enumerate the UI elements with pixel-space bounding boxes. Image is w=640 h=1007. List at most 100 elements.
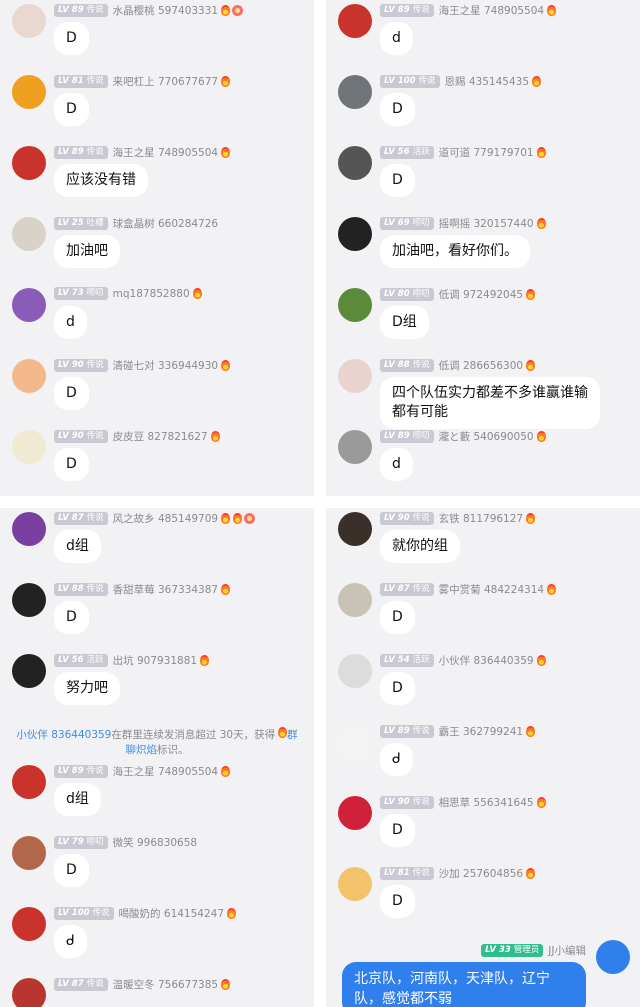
message-bubble[interactable]: ᑯ <box>54 925 87 958</box>
sender-name[interactable]: mq187852880 <box>113 288 190 300</box>
sender-name[interactable]: 香甜草莓 367334387 <box>113 582 218 597</box>
sender-name[interactable]: 霸王 362799241 <box>439 724 523 739</box>
avatar[interactable] <box>12 75 46 109</box>
sender-name[interactable]: 来吧杠上 770677677 <box>113 74 218 89</box>
message-bubble[interactable]: 北京队，河南队，天津队，辽宁队，感觉都不弱 <box>342 962 586 1007</box>
level-badge: LV 90 传说 <box>54 430 108 443</box>
sender-name[interactable]: 风之故乡 485149709 <box>113 511 218 526</box>
message-header: LV 25 吐槽 球盒晶树 660284726 <box>54 216 218 231</box>
avatar[interactable] <box>12 512 46 546</box>
message-bubble[interactable]: d组 <box>54 530 101 563</box>
level-title: 管理员 <box>513 945 540 955</box>
message-bubble[interactable]: d <box>380 448 413 481</box>
flame-icon <box>532 76 542 87</box>
message-bubble[interactable]: D <box>54 22 89 55</box>
avatar[interactable] <box>12 4 46 38</box>
avatar[interactable] <box>596 940 630 974</box>
message-bubble[interactable]: 加油吧，看好你们。 <box>380 235 530 268</box>
message-bubble[interactable]: ᑯ <box>380 743 413 776</box>
avatar[interactable] <box>12 765 46 799</box>
chat-panel-3[interactable]: LV 87 传说 风之故乡 485149709 d组 LV 88 传说 香甜草莓 36733… <box>0 508 314 1007</box>
message-bubble[interactable]: d <box>380 22 413 55</box>
message-bubble[interactable]: D <box>54 93 89 126</box>
avatar[interactable] <box>12 654 46 688</box>
avatar[interactable] <box>338 430 372 464</box>
message-bubble[interactable]: 加油吧 <box>54 235 120 268</box>
sender-name[interactable]: 道可道 779179701 <box>439 145 534 160</box>
level-title: 活跃 <box>412 655 430 665</box>
avatar[interactable] <box>12 359 46 393</box>
avatar[interactable] <box>12 217 46 251</box>
sender-name[interactable]: 出坑 907931881 <box>113 653 197 668</box>
chat-panel-4[interactable]: LV 90 传说 玄铁 811796127 就你的组 LV 87 传说 雾中赏菊 48422… <box>326 508 640 1007</box>
sender-name[interactable]: 相思草 556341645 <box>439 795 534 810</box>
message-bubble[interactable]: d组 <box>54 783 101 816</box>
avatar[interactable] <box>338 512 372 546</box>
level-badge: LV 56 活跃 <box>54 654 108 667</box>
sender-name[interactable]: 雾中赏菊 484224314 <box>439 582 544 597</box>
avatar[interactable] <box>338 867 372 901</box>
sender-name[interactable]: 温暖空冬 756677385 <box>113 977 218 992</box>
sender-name[interactable]: 摇啊摇 320157440 <box>439 216 534 231</box>
sender-name[interactable]: 水晶樱桃 597403331 <box>113 3 218 18</box>
avatar[interactable] <box>12 430 46 464</box>
level-title: 传说 <box>86 584 104 594</box>
sender-name[interactable]: 皮皮豆 827821627 <box>113 429 208 444</box>
sender-name[interactable]: 清碰七对 336944930 <box>113 358 218 373</box>
message-bubble[interactable]: 就你的组 <box>380 530 460 563</box>
avatar[interactable] <box>338 75 372 109</box>
message-bubble[interactable]: D <box>54 377 89 410</box>
message-bubble[interactable]: D <box>54 854 89 887</box>
avatar[interactable] <box>12 146 46 180</box>
avatar[interactable] <box>12 978 46 1007</box>
message-bubble[interactable]: D <box>380 672 415 705</box>
avatar[interactable] <box>338 359 372 393</box>
avatar[interactable] <box>338 288 372 322</box>
avatar[interactable] <box>338 654 372 688</box>
message-bubble[interactable]: d <box>54 306 87 339</box>
avatar[interactable] <box>338 725 372 759</box>
message-bubble[interactable]: 应该没有错 <box>54 164 148 197</box>
level-text: LV 56 <box>384 147 410 157</box>
flame-icon <box>536 431 546 442</box>
sender-name[interactable]: 玄铁 811796127 <box>439 511 523 526</box>
avatar[interactable] <box>338 4 372 38</box>
message-bubble[interactable]: 四个队伍实力都差不多谁赢谁输都有可能 <box>380 377 600 429</box>
level-title: 传说 <box>418 76 436 86</box>
flame-icon <box>526 360 536 371</box>
avatar[interactable] <box>12 288 46 322</box>
chat-panel-2[interactable]: LV 89 传说 海王之星 748905504 d LV 100 传说 恩赐 4351454… <box>326 0 640 496</box>
message-bubble[interactable]: D <box>380 885 415 918</box>
sender-name[interactable]: 微笑 996830658 <box>113 835 197 850</box>
sender-name[interactable]: JJ小编辑 <box>548 943 586 958</box>
sender-name[interactable]: 低调 286656300 <box>439 358 523 373</box>
sender-name[interactable]: 恩赐 435145435 <box>445 74 529 89</box>
sender-name[interactable]: 沙加 257604856 <box>439 866 523 881</box>
sender-name[interactable]: 海王之星 748905504 <box>439 3 544 18</box>
sender-name[interactable]: 小伙伴 836440359 <box>439 653 534 668</box>
message-bubble[interactable]: D <box>380 814 415 847</box>
avatar[interactable] <box>338 217 372 251</box>
message-bubble[interactable]: D <box>54 448 89 481</box>
sender-name[interactable]: 球盒晶树 660284726 <box>113 216 218 231</box>
message-bubble[interactable]: D <box>380 93 415 126</box>
avatar[interactable] <box>338 146 372 180</box>
sender-name[interactable]: 海王之星 748905504 <box>113 145 218 160</box>
avatar[interactable] <box>338 796 372 830</box>
avatar[interactable] <box>338 583 372 617</box>
chat-panel-1[interactable]: LV 89 传说 水晶樱桃 597403331 D LV 81 传说 来吧杠上 770677… <box>0 0 314 496</box>
message-bubble[interactable]: 努力吧 <box>54 672 120 705</box>
avatar[interactable] <box>12 836 46 870</box>
message-bubble[interactable]: D <box>380 164 415 197</box>
notice-user-link[interactable]: 小伙伴 836440359 <box>16 729 111 741</box>
message-bubble[interactable]: D <box>380 601 415 634</box>
sender-name[interactable]: 喝酸奶的 614154247 <box>119 906 224 921</box>
sender-name[interactable]: 瀧と藪 540690050 <box>439 429 534 444</box>
sender-name[interactable]: 海王之星 748905504 <box>113 764 218 779</box>
message-bubble[interactable]: D组 <box>380 306 429 339</box>
avatar[interactable] <box>12 907 46 941</box>
sender-name[interactable]: 低调 972492045 <box>439 287 523 302</box>
level-text: LV 90 <box>58 360 84 370</box>
message-bubble[interactable]: D <box>54 601 89 634</box>
avatar[interactable] <box>12 583 46 617</box>
